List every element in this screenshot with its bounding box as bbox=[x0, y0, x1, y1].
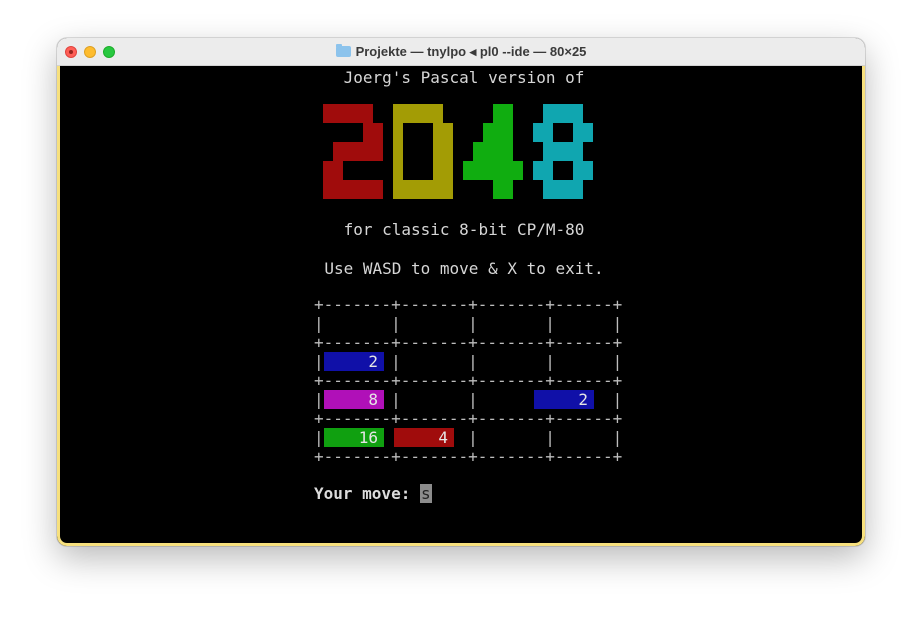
game-heading: Joerg's Pascal version of bbox=[343, 68, 585, 87]
logo-pixel bbox=[503, 104, 513, 123]
logo-pixel bbox=[573, 104, 583, 123]
logo-pixel bbox=[473, 142, 483, 161]
move-prompt: Your move: s bbox=[314, 484, 432, 503]
logo-pixel bbox=[333, 180, 343, 199]
logo-pixel bbox=[543, 123, 553, 142]
logo-pixel bbox=[363, 123, 373, 142]
window-title: Projekte — tnylpo ◂ pl0 --ide — 80×25 bbox=[57, 38, 865, 66]
logo-pixel bbox=[393, 161, 403, 180]
logo-pixel bbox=[443, 142, 453, 161]
logo-pixel bbox=[573, 142, 583, 161]
logo-pixel bbox=[493, 142, 503, 161]
logo-pixel bbox=[553, 180, 563, 199]
logo-pixel bbox=[483, 123, 493, 142]
logo-pixel bbox=[583, 123, 593, 142]
logo-pixel bbox=[533, 161, 543, 180]
logo-pixel bbox=[443, 123, 453, 142]
logo-pixel bbox=[423, 180, 433, 199]
prompt-label: Your move: bbox=[314, 484, 420, 503]
logo-pixel bbox=[503, 142, 513, 161]
logo-pixel bbox=[393, 180, 403, 199]
tile-2: 2 bbox=[324, 352, 384, 371]
logo-pixel bbox=[503, 123, 513, 142]
logo-pixel bbox=[363, 142, 373, 161]
logo-pixel bbox=[493, 180, 503, 199]
logo-pixel bbox=[333, 142, 343, 161]
logo-pixel bbox=[543, 104, 553, 123]
logo-pixel bbox=[503, 161, 513, 180]
move-input[interactable]: s bbox=[419, 484, 432, 503]
logo-pixel bbox=[353, 104, 363, 123]
logo-pixel bbox=[443, 180, 453, 199]
logo-pixel bbox=[493, 161, 503, 180]
logo-pixel bbox=[443, 161, 453, 180]
logo-pixel bbox=[403, 104, 413, 123]
tile-4: 4 bbox=[394, 428, 454, 447]
game-instructions: Use WASD to move & X to exit. bbox=[324, 259, 604, 278]
logo-pixel bbox=[373, 180, 383, 199]
logo-pixel bbox=[563, 104, 573, 123]
logo-pixel bbox=[573, 180, 583, 199]
logo-pixel bbox=[403, 180, 413, 199]
logo-pixel bbox=[323, 104, 333, 123]
terminal-content[interactable]: Joerg's Pascal version of for classic 8-… bbox=[57, 66, 865, 546]
logo-pixel bbox=[473, 161, 483, 180]
logo-pixel bbox=[343, 142, 353, 161]
logo-pixel bbox=[493, 104, 503, 123]
logo-pixel bbox=[353, 180, 363, 199]
logo-pixel bbox=[463, 161, 473, 180]
logo-pixel bbox=[553, 104, 563, 123]
window-title-text: Projekte — tnylpo ◂ pl0 --ide — 80×25 bbox=[355, 44, 587, 59]
logo-pixel bbox=[543, 180, 553, 199]
logo-pixel bbox=[373, 142, 383, 161]
logo-pixel bbox=[343, 104, 353, 123]
logo-pixel bbox=[343, 180, 353, 199]
tile-16: 16 bbox=[324, 428, 384, 447]
logo-pixel bbox=[483, 161, 493, 180]
logo-pixel bbox=[533, 123, 543, 142]
logo-pixel bbox=[433, 180, 443, 199]
logo-pixel bbox=[363, 104, 373, 123]
logo-pixel bbox=[493, 123, 503, 142]
logo-pixel bbox=[393, 104, 403, 123]
logo-pixel bbox=[393, 123, 403, 142]
logo-pixel bbox=[353, 142, 363, 161]
logo-pixel bbox=[503, 180, 513, 199]
tile-8: 8 bbox=[324, 390, 384, 409]
logo-pixel bbox=[423, 104, 433, 123]
terminal-window: Projekte — tnylpo ◂ pl0 --ide — 80×25 Jo… bbox=[57, 38, 865, 546]
logo-pixel bbox=[513, 161, 523, 180]
logo-pixel bbox=[553, 142, 563, 161]
tile-2: 2 bbox=[534, 390, 594, 409]
logo-pixel bbox=[433, 161, 443, 180]
logo-pixel bbox=[573, 123, 583, 142]
logo-pixel bbox=[323, 161, 333, 180]
folder-icon bbox=[335, 44, 351, 57]
logo-pixel bbox=[363, 180, 373, 199]
logo-pixel bbox=[333, 104, 343, 123]
logo-pixel bbox=[433, 104, 443, 123]
logo-pixel bbox=[413, 104, 423, 123]
logo-pixel bbox=[433, 123, 443, 142]
logo-pixel bbox=[333, 161, 343, 180]
logo-pixel bbox=[393, 142, 403, 161]
logo-pixel bbox=[413, 180, 423, 199]
logo-pixel bbox=[563, 142, 573, 161]
game-subtitle: for classic 8-bit CP/M-80 bbox=[343, 220, 585, 239]
logo-pixel bbox=[483, 142, 493, 161]
logo-pixel bbox=[573, 161, 583, 180]
logo-pixel bbox=[433, 142, 443, 161]
logo-pixel bbox=[543, 142, 553, 161]
logo-pixel bbox=[373, 123, 383, 142]
logo-pixel bbox=[583, 161, 593, 180]
logo-pixel bbox=[563, 180, 573, 199]
title-bar[interactable]: Projekte — tnylpo ◂ pl0 --ide — 80×25 bbox=[57, 38, 865, 66]
logo-pixel bbox=[323, 180, 333, 199]
logo-pixel bbox=[543, 161, 553, 180]
